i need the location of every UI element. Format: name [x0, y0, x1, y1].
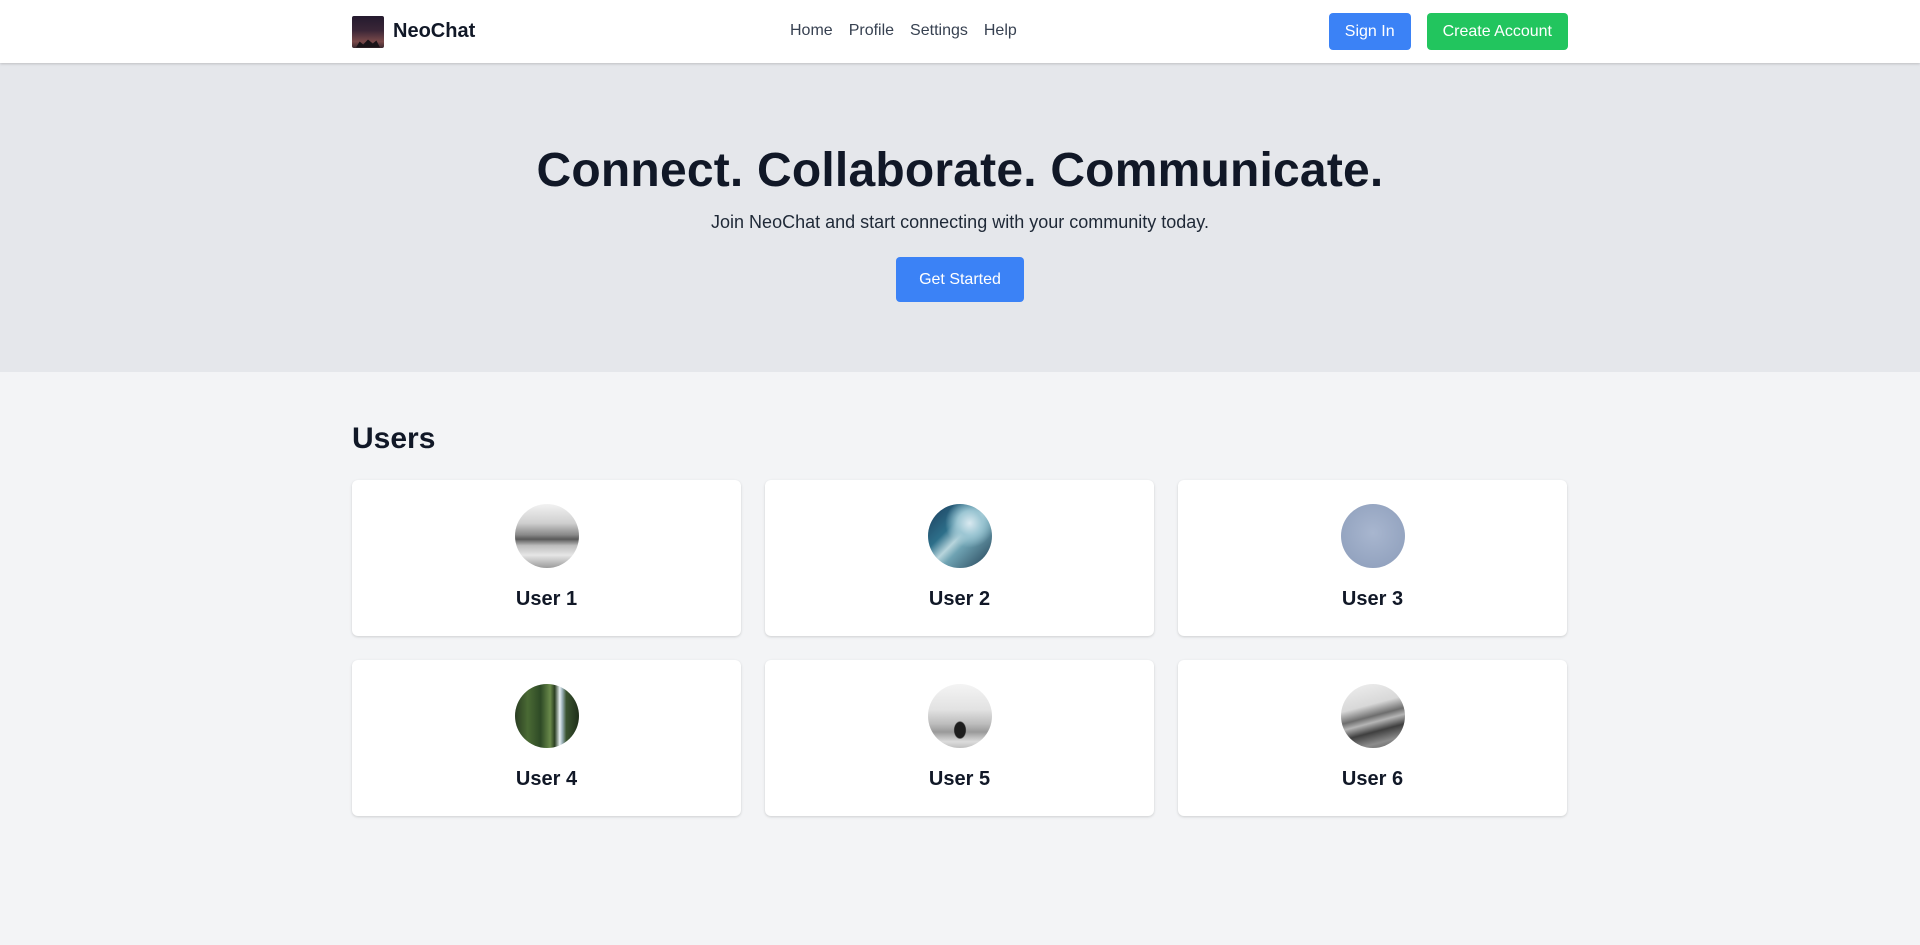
- brand-logo-image: [352, 15, 384, 48]
- nav-link-home[interactable]: Home: [790, 22, 833, 40]
- avatar: [927, 684, 992, 748]
- users-grid: User 1 User 2 User 3 User 4 User 5 User …: [352, 480, 1568, 816]
- hero-subtitle: Join NeoChat and start connecting with y…: [711, 212, 1209, 232]
- nav-link-settings[interactable]: Settings: [910, 22, 968, 40]
- user-name: User 6: [1341, 768, 1404, 790]
- get-started-button[interactable]: Get Started: [896, 257, 1024, 302]
- avatar: [1340, 684, 1405, 748]
- user-name: User 5: [928, 768, 991, 790]
- nav-link-help[interactable]: Help: [984, 22, 1017, 40]
- nav-link-profile[interactable]: Profile: [849, 22, 894, 40]
- brand-name: NeoChat: [393, 20, 476, 42]
- avatar: [514, 504, 579, 568]
- sign-in-button[interactable]: Sign In: [1328, 13, 1411, 50]
- user-card[interactable]: User 1: [352, 480, 741, 636]
- avatar: [514, 684, 579, 748]
- user-name: User 4: [515, 768, 578, 790]
- avatar: [1340, 504, 1405, 568]
- user-card[interactable]: User 4: [352, 660, 741, 816]
- create-account-button[interactable]: Create Account: [1426, 13, 1568, 50]
- navbar: NeoChat Home Profile Settings Help Sign …: [0, 0, 1920, 63]
- user-card[interactable]: User 5: [765, 660, 1154, 816]
- nav-actions: Sign In Create Account: [1328, 13, 1568, 50]
- navbar-inner: NeoChat Home Profile Settings Help Sign …: [352, 0, 1568, 63]
- user-card[interactable]: User 3: [1178, 480, 1567, 636]
- brand[interactable]: NeoChat: [352, 15, 476, 48]
- users-section-title: Users: [352, 422, 436, 455]
- user-name: User 1: [515, 588, 578, 610]
- nav-links: Home Profile Settings Help: [790, 22, 1017, 40]
- user-name: User 2: [928, 588, 991, 610]
- user-card[interactable]: User 6: [1178, 660, 1567, 816]
- hero-section: Connect. Collaborate. Communicate. Join …: [0, 63, 1920, 372]
- user-name: User 3: [1341, 588, 1404, 610]
- avatar: [927, 504, 992, 568]
- user-card[interactable]: User 2: [765, 480, 1154, 636]
- hero-title: Connect. Collaborate. Communicate.: [536, 144, 1384, 197]
